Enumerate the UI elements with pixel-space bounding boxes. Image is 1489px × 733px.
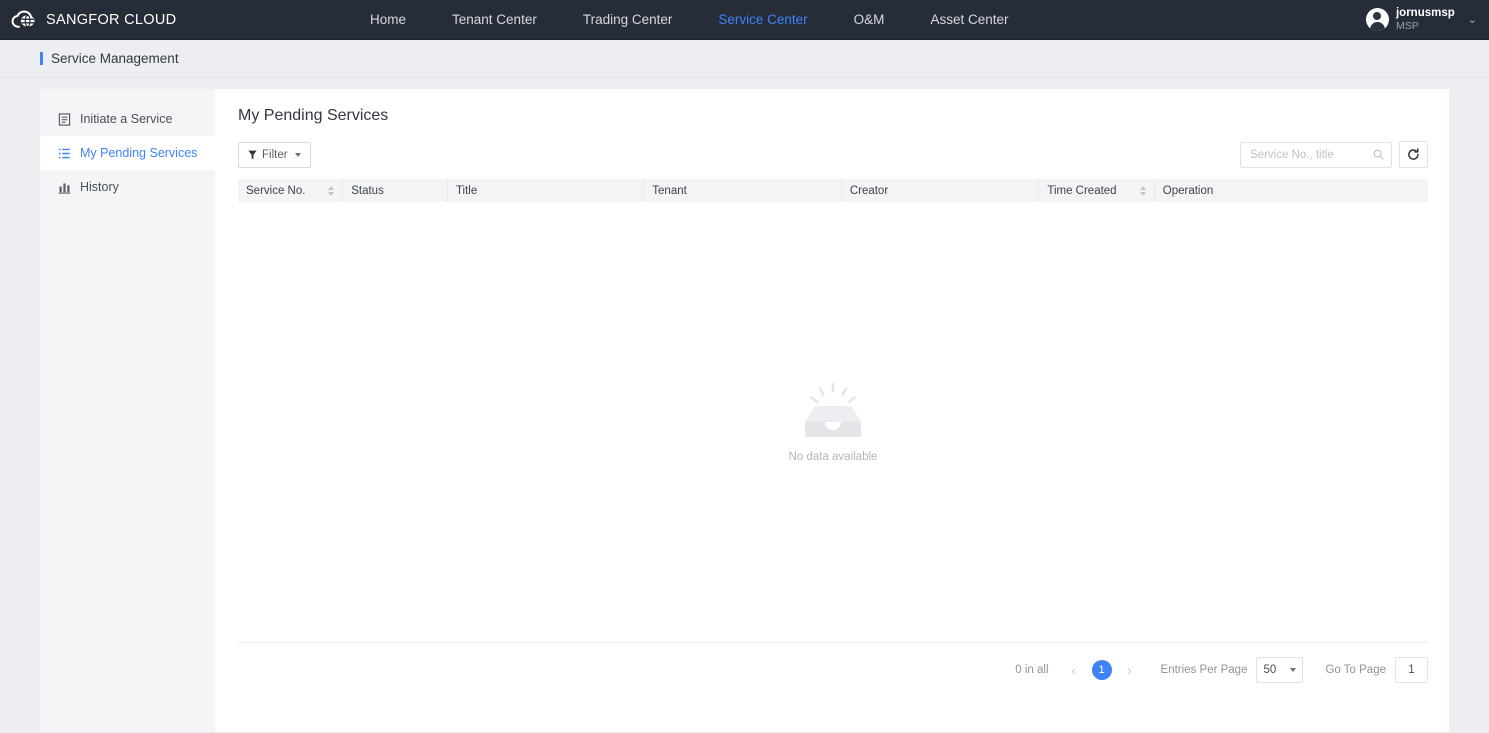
cloud-logo-icon bbox=[11, 10, 35, 28]
brand-logo-area[interactable]: SANGFOR CLOUD bbox=[0, 9, 176, 31]
column-label: Title bbox=[455, 184, 478, 197]
column-header-service-no[interactable]: Service No. bbox=[238, 179, 344, 202]
user-role: MSP bbox=[1395, 20, 1419, 33]
breadcrumb: Service Management bbox=[0, 40, 1489, 78]
chevron-left-icon[interactable]: ‹ bbox=[1065, 659, 1083, 681]
sidebar-item-initiate-a-service[interactable]: Initiate a Service bbox=[40, 102, 215, 136]
empty-state-text: No data available bbox=[788, 451, 878, 463]
sidebar-item-my-pending-services[interactable]: My Pending Services bbox=[40, 136, 215, 170]
sort-descending-icon bbox=[328, 191, 335, 196]
sidebar-item-history[interactable]: History bbox=[40, 170, 215, 204]
nav-item-tenant-center[interactable]: Tenant Center bbox=[429, 0, 560, 40]
sidebar: Initiate a Service My Pending Services H… bbox=[40, 89, 215, 732]
sort-ascending-icon bbox=[328, 185, 335, 190]
table-toolbar: Filter bbox=[238, 141, 1428, 168]
refresh-icon bbox=[1408, 148, 1419, 160]
nav-item-trading-center[interactable]: Trading Center bbox=[560, 0, 696, 40]
funnel-icon bbox=[248, 150, 257, 159]
column-label: Operation bbox=[1162, 184, 1214, 197]
toolbar-right bbox=[1240, 141, 1428, 168]
entries-per-page-select[interactable]: 50 bbox=[1256, 657, 1304, 683]
column-header-time-created[interactable]: Time Created bbox=[1038, 179, 1155, 202]
sidebar-item-label: My Pending Services bbox=[80, 146, 198, 160]
column-label: Time Created bbox=[1047, 184, 1117, 197]
column-header-title: Title bbox=[447, 179, 645, 202]
avatar bbox=[1365, 8, 1389, 31]
go-to-page-label: Go To Page bbox=[1325, 664, 1386, 676]
search-icon[interactable] bbox=[1373, 149, 1384, 160]
main-nav: Home Tenant Center Trading Center Servic… bbox=[347, 0, 1031, 40]
column-header-status: Status bbox=[342, 179, 448, 202]
pagination: 0 in all ‹ 1 › Entries Per Page 50 Go To… bbox=[238, 642, 1428, 697]
sort-toggle[interactable] bbox=[1139, 185, 1146, 196]
page-title: My Pending Services bbox=[238, 107, 389, 124]
user-menu[interactable]: jornusmsp MSP ⌄ bbox=[1365, 7, 1477, 32]
search-box[interactable] bbox=[1240, 141, 1392, 168]
bar-chart-icon bbox=[58, 182, 71, 194]
column-label: Creator bbox=[849, 184, 889, 197]
column-label: Status bbox=[351, 184, 384, 197]
list-icon bbox=[58, 148, 70, 158]
sort-ascending-icon bbox=[1139, 185, 1146, 190]
entries-per-page-value: 50 bbox=[1263, 664, 1277, 676]
refresh-button[interactable] bbox=[1399, 141, 1428, 168]
breadcrumb-accent-bar bbox=[40, 52, 43, 65]
nav-item-service-center[interactable]: Service Center bbox=[695, 0, 830, 40]
nav-item-home[interactable]: Home bbox=[347, 0, 429, 40]
page-body: Initiate a Service My Pending Services H… bbox=[0, 78, 1489, 732]
entries-per-page-label: Entries Per Page bbox=[1160, 664, 1248, 676]
table-header-row: Service No. Status Title Tenant Creator … bbox=[238, 179, 1428, 202]
empty-state: No data available bbox=[238, 202, 1428, 642]
sort-descending-icon bbox=[1139, 191, 1146, 196]
column-header-creator: Creator bbox=[841, 179, 1040, 202]
column-header-operation: Operation bbox=[1154, 179, 1428, 202]
brand-name: SANGFOR CLOUD bbox=[46, 11, 177, 28]
user-name: jornusmsp bbox=[1395, 6, 1455, 19]
services-table: Service No. Status Title Tenant Creator … bbox=[238, 179, 1428, 202]
content-panel: My Pending Services Filter Service No., … bbox=[215, 89, 1449, 732]
sidebar-item-label: History bbox=[80, 180, 119, 194]
breadcrumb-label: Service Management bbox=[51, 51, 179, 66]
chevron-down-icon bbox=[294, 152, 301, 157]
sidebar-item-label: Initiate a Service bbox=[80, 112, 173, 126]
top-navigation-bar: SANGFOR CLOUD Home Tenant Center Trading… bbox=[0, 0, 1489, 40]
column-header-tenant: Tenant bbox=[643, 179, 842, 202]
chevron-down-icon bbox=[1290, 668, 1297, 672]
user-info: jornusmsp MSP bbox=[1396, 7, 1455, 32]
nav-item-om[interactable]: O&M bbox=[831, 0, 908, 40]
filter-button[interactable]: Filter bbox=[238, 141, 311, 168]
chevron-down-icon[interactable]: ⌄ bbox=[1468, 13, 1477, 26]
chevron-right-icon[interactable]: › bbox=[1121, 659, 1139, 681]
search-input[interactable] bbox=[1248, 147, 1373, 162]
go-to-page-input[interactable] bbox=[1395, 657, 1428, 683]
column-label: Tenant bbox=[652, 184, 687, 197]
filter-button-label: Filter bbox=[262, 148, 288, 161]
document-icon bbox=[58, 112, 71, 126]
sort-toggle[interactable] bbox=[328, 185, 335, 196]
page-number-1[interactable]: 1 bbox=[1091, 660, 1112, 680]
total-count-label: 0 in all bbox=[1015, 664, 1049, 676]
empty-box-icon bbox=[805, 382, 861, 437]
column-label: Service No. bbox=[246, 184, 306, 197]
nav-item-asset-center[interactable]: Asset Center bbox=[907, 0, 1031, 40]
